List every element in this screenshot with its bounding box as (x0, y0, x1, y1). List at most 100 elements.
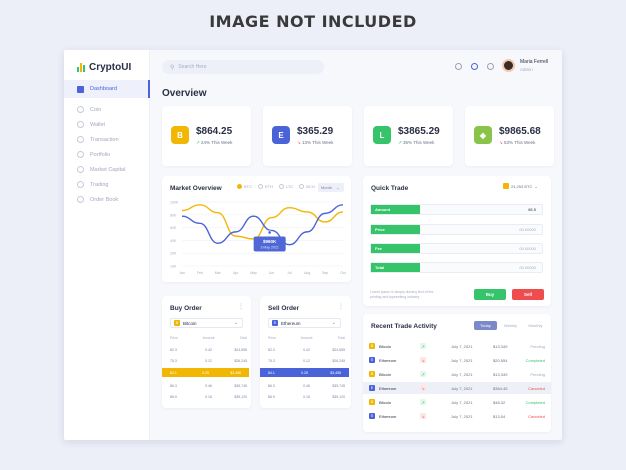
header-amount: Amount (300, 336, 313, 340)
cell: $3,458 (230, 370, 242, 375)
trade-amount: $20,554 (493, 357, 508, 363)
trade-status: Canceled (528, 385, 545, 391)
cell: 86.9 (170, 395, 177, 399)
series-line-btc (181, 204, 344, 240)
chevron-down-icon: ⌄ (233, 320, 238, 326)
tab-today[interactable]: Today (474, 321, 497, 330)
sell-button[interactable]: Sell (512, 289, 544, 300)
coin-select[interactable]: 24,253 BTC ⌄ (503, 183, 538, 189)
arrow-up-icon: ↗ (420, 399, 426, 405)
message-icon[interactable] (455, 63, 462, 70)
legend-btc[interactable]: BTC (237, 184, 252, 189)
coin-name: Bitcoin (379, 371, 392, 377)
arrow-down-icon: ↘ (420, 385, 426, 391)
avatar[interactable] (502, 59, 515, 72)
table-row[interactable]: B Bitcoin ↗ July 7, 2021 $48.32 Completed (363, 396, 551, 408)
tooltip-value: $960K (263, 239, 277, 244)
sidebar-item-market-capital[interactable]: Market Capital (64, 162, 150, 177)
sidebar-item-dashboard[interactable]: Dashboard (64, 80, 150, 98)
total-field[interactable]: Total 00.00000 (370, 262, 543, 273)
tooltip-point[interactable] (267, 230, 272, 235)
sidebar-item-label: Dashboard (90, 86, 117, 92)
arrow-up-icon: ↗ (420, 343, 426, 349)
sidebar-item-label: Wallet (90, 121, 106, 128)
table-row-highlighted[interactable]: 84.1 0.25 $3,458 (162, 368, 249, 377)
ethereum-icon: E (369, 413, 375, 419)
trade-date: July 7, 2021 (451, 413, 473, 419)
x-tick-label: Aug (304, 271, 310, 275)
range-select-value: Month (321, 185, 333, 190)
stat-change-text: 24% This Week (201, 140, 233, 145)
sidebar-item-order-book[interactable]: Order Book (64, 192, 150, 207)
field-label: Amount (371, 205, 420, 214)
amount-field[interactable]: Amount 65.5 (370, 204, 543, 215)
stat-card-btc[interactable]: B $864.25 ↗ 24% This Week (162, 106, 251, 166)
table-row[interactable]: 82.3 0.42 $24,555 (268, 348, 345, 352)
buy-order-card: Buy Order ⋮ B Bitcoin ⌄ Price Amount Total 8… (162, 296, 251, 408)
sidebar-nav: Dashboard Coin Wallet Transaction Portfo… (64, 80, 150, 207)
main-content: ⚲ Search Here Maria Ferrell Admin Overvi… (150, 50, 562, 440)
sidebar-item-trading[interactable]: Trading (64, 177, 150, 192)
sidebar-item-wallet[interactable]: Wallet (64, 117, 150, 132)
range-select[interactable]: Month ⌄ (318, 183, 344, 192)
more-icon[interactable]: ⋮ (338, 303, 344, 310)
page-title: Overview (162, 88, 207, 99)
table-row[interactable]: 86.3 0.46 $35,745 (170, 384, 247, 388)
header-price: Price (268, 336, 276, 340)
table-row[interactable]: 86.9 0.16 $35,120 (268, 395, 345, 399)
sidebar-item-portfolio[interactable]: Portfolio (64, 147, 150, 162)
table-row[interactable]: B Bitcoin ↗ July 7, 2021 $13,349 Pending (363, 340, 551, 352)
header-total: Total (337, 336, 346, 340)
legend-bch[interactable]: BCH (299, 184, 315, 189)
sell-coin-select[interactable]: E Ethereum ⌄ (268, 318, 341, 328)
table-row-highlighted[interactable]: 84.1 0.25 $3,458 (260, 368, 349, 377)
stat-card-bch[interactable]: ◈ $9865.68 ↘ 53% This Week (465, 106, 554, 166)
table-row[interactable]: 86.9 0.16 $35,120 (170, 395, 247, 399)
logo-icon (77, 63, 85, 72)
field-label: Total (371, 263, 420, 272)
trade-date: July 7, 2021 (451, 385, 473, 391)
field-value: 00.00000 (519, 246, 536, 251)
table-row[interactable]: 75.3 0.12 $26,245 (268, 359, 345, 363)
table-row[interactable]: 86.3 0.46 $35,745 (268, 384, 345, 388)
more-icon[interactable]: ⋮ (238, 303, 244, 310)
legend-eth[interactable]: ETH (258, 184, 273, 189)
cell: 75.3 (268, 359, 275, 363)
tab-weekly[interactable]: Weekly (499, 321, 522, 330)
price-field[interactable]: Price 00.00000 (370, 224, 543, 235)
fee-field[interactable]: Fee 00.00000 (370, 243, 543, 254)
trade-date: July 7, 2021 (451, 371, 473, 377)
sidebar-item-coin[interactable]: Coin (64, 102, 150, 117)
arrow-down-icon: ↘ (420, 357, 426, 363)
bell-icon[interactable] (471, 63, 478, 70)
trade-amount: $48.32 (493, 399, 506, 405)
search-input[interactable]: ⚲ Search Here (162, 60, 324, 74)
table-row[interactable]: E Ethereum ↘ July 7, 2021 $20,554 Completed (363, 354, 551, 366)
table-row[interactable]: E Ethereum ↘ July 7, 2021 $364.45 Canceled (363, 382, 551, 394)
sidebar-item-transaction[interactable]: Transaction (64, 132, 150, 147)
banner-text: IMAGE NOT INCLUDED (209, 12, 417, 31)
stat-card-ltc[interactable]: L $3865.29 ↗ 35% This Week (364, 106, 453, 166)
buy-coin-select[interactable]: B Bitcoin ⌄ (170, 318, 243, 328)
stat-value: $3865.29 (398, 126, 440, 137)
x-tick-label: Jun (269, 271, 275, 275)
order-table-header: Price Amount Total (170, 336, 247, 340)
cell: $35,120 (332, 395, 346, 399)
table-row[interactable]: E Ethereum ↘ July 7, 2021 $13,54 Canceled (363, 410, 551, 422)
trade-status: Pending (530, 371, 545, 377)
cell: 84.1 (170, 370, 177, 375)
legend-ltc[interactable]: LTC (279, 184, 293, 189)
legend-label: LTC (286, 184, 294, 189)
table-row[interactable]: B Bitcoin ↗ July 7, 2021 $13,349 Pending (363, 368, 551, 380)
cell: 0.46 (303, 384, 310, 388)
gear-icon[interactable] (487, 63, 494, 70)
market-capital-icon (77, 166, 84, 173)
coin-select-value: Bitcoin (183, 320, 197, 326)
trade-amount: $364.45 (493, 385, 508, 391)
buy-button[interactable]: Buy (474, 289, 506, 300)
app-logo[interactable]: CryptoUI (77, 62, 131, 73)
stat-card-eth[interactable]: E $365.29 ↘ 13% This Week (263, 106, 352, 166)
tab-monthly[interactable]: Monthly (524, 321, 547, 330)
table-row[interactable]: 75.3 0.12 $26,245 (170, 359, 247, 363)
table-row[interactable]: 82.3 0.42 $24,555 (170, 348, 247, 352)
